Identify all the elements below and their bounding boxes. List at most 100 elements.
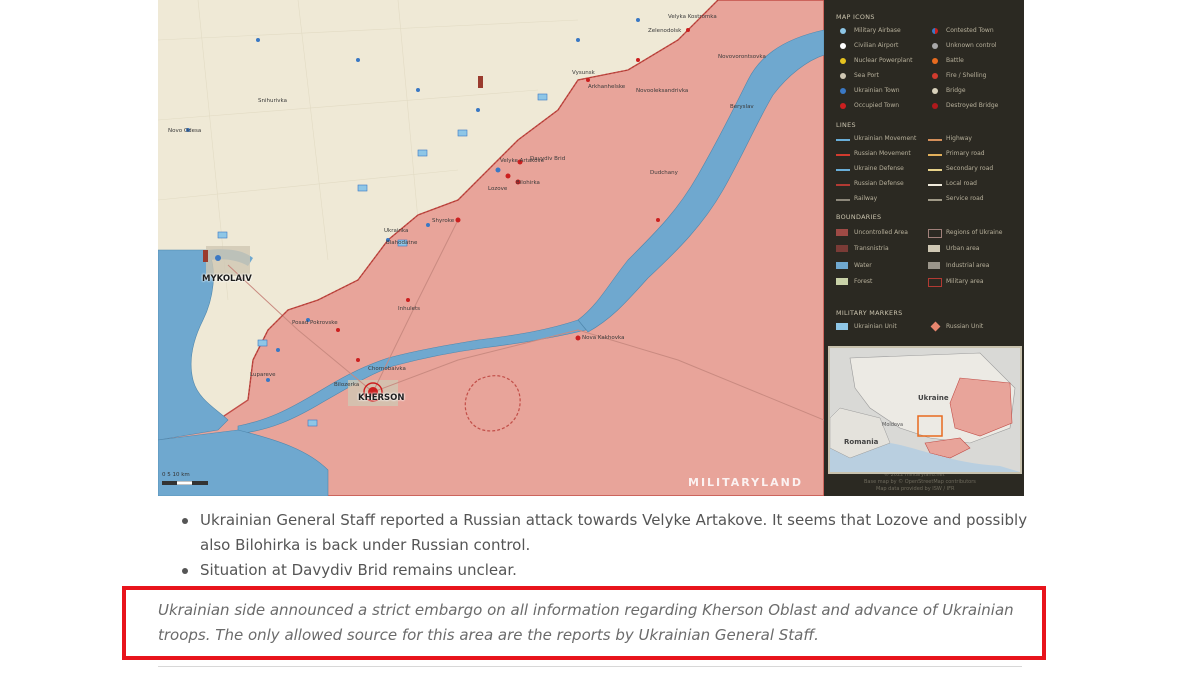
russian-movement-line <box>836 154 850 156</box>
update-bullet-list: Ukrainian General Staff reported a Russi… <box>158 508 1028 583</box>
occupied-town-icon <box>840 103 846 109</box>
overview-inset-map: Ukraine Romania Moldova <box>828 346 1022 474</box>
legend-item: Industrial area <box>946 262 990 269</box>
legend-item: Secondary road <box>946 165 994 172</box>
legend-footer-line: Map data provided by ISW / IFR <box>876 486 955 492</box>
legend-item: Military Airbase <box>854 27 901 34</box>
militaryland-watermark: MILITARYLAND <box>688 476 803 489</box>
legend-item: Contested Town <box>946 27 994 34</box>
divider <box>158 666 1022 667</box>
legend-item: Ukrainian Unit <box>854 323 897 330</box>
ukrainian-town-icon <box>840 88 846 94</box>
place-label: Lupareve <box>250 372 276 378</box>
airbase-icon <box>840 28 846 34</box>
place-label: Bilozerka <box>334 382 360 388</box>
map-scale: 0 5 10 km <box>162 472 190 478</box>
place-label: Davydiv Brid <box>530 156 566 162</box>
local-road-line <box>928 184 942 186</box>
legend-item: Military area <box>946 278 984 285</box>
frontline-map-figure[interactable]: MYKOLAIV KHERSON Velyke Artakove Davydiv… <box>158 0 1024 496</box>
place-label: Bilohirka <box>516 180 540 186</box>
place-label: Novo Odesa <box>168 128 202 134</box>
place-label: Ukrainka <box>384 228 409 234</box>
embargo-note: Ukrainian side announced a strict embarg… <box>158 601 1014 644</box>
primary-road-line <box>928 154 942 156</box>
highway-line <box>928 139 942 141</box>
place-label: Inhulets <box>398 306 421 312</box>
scale-bar <box>162 481 208 485</box>
legend-item: Fire / Shelling <box>946 72 987 79</box>
legend-markers-title: MILITARY MARKERS <box>836 309 903 317</box>
mykolaiv-urban <box>206 246 250 276</box>
legend-footer-line: Base map by © OpenStreetMap contributors <box>864 479 976 485</box>
nuclear-icon <box>840 58 846 64</box>
airport-icon <box>840 43 846 49</box>
place-label: Velyka Kostromka <box>668 14 717 20</box>
legend-item: Primary road <box>946 150 985 157</box>
map-canvas[interactable] <box>158 0 824 496</box>
bridge-icon <box>932 88 938 94</box>
transnistria-swatch <box>836 245 848 252</box>
legend-item: Ukrainian Town <box>854 87 900 94</box>
place-label: Arkhanhelske <box>588 84 626 90</box>
bullet-icon <box>182 568 188 574</box>
inset-label-romania: Romania <box>844 438 879 446</box>
list-item: Ukrainian General Staff reported a Russi… <box>158 508 1028 558</box>
uncontrolled-area-swatch <box>836 229 848 236</box>
legend-item: Ukraine Defense <box>854 165 904 172</box>
place-label: Vysunsk <box>572 70 595 76</box>
place-label: Zelenodolsk <box>648 28 682 34</box>
inset-label-moldova: Moldova <box>882 422 904 428</box>
legend-item: Urban area <box>946 245 980 252</box>
bullet-icon <box>182 518 188 524</box>
water-swatch <box>836 262 848 269</box>
place-label: Lozove <box>488 186 508 192</box>
bullet-text: Ukrainian General Staff reported a Russi… <box>200 511 1028 554</box>
bullet-text: Situation at Davydiv Brid remains unclea… <box>200 561 517 579</box>
legend-item: Water <box>854 262 872 269</box>
legend-item: Transnistria <box>854 245 889 252</box>
anchor-icon <box>840 73 846 79</box>
railway-line <box>836 199 850 201</box>
service-road-line <box>928 199 942 201</box>
legend-item: Sea Port <box>854 72 879 79</box>
ukraine-defense-line <box>836 169 850 171</box>
legend-boundaries-title: BOUNDARIES <box>836 213 882 221</box>
place-label: Blahodatne <box>386 240 418 246</box>
article-page: MYKOLAIV KHERSON Velyke Artakove Davydiv… <box>0 0 1200 675</box>
legend-item: Battle <box>946 57 964 64</box>
legend-item: Highway <box>946 135 972 142</box>
place-label: Posad Pokrovske <box>292 320 338 326</box>
legend-lines-title: LINES <box>836 121 856 129</box>
place-label: Snihurivka <box>258 98 287 104</box>
legend-item: Forest <box>854 278 873 285</box>
battle-icon <box>932 58 938 64</box>
legend-map-icons-title: MAP ICONS <box>836 13 875 21</box>
place-label: Novooleksandrivka <box>636 88 689 94</box>
city-label-kherson: KHERSON <box>358 393 405 403</box>
place-label: Chornobaivka <box>368 366 406 372</box>
ukrainian-movement-line <box>836 139 850 141</box>
legend-item: Occupied Town <box>854 102 900 109</box>
legend-item: Destroyed Bridge <box>946 102 999 109</box>
industrial-area-swatch <box>928 262 940 269</box>
legend-item: Service road <box>946 195 984 202</box>
legend-item: Regions of Ukraine <box>946 229 1003 236</box>
legend-item: Bridge <box>946 87 966 94</box>
legend-item: Russian Unit <box>946 323 984 330</box>
russian-defense-line <box>836 184 850 186</box>
military-area-swatch <box>928 278 942 287</box>
ukrainian-unit-icon <box>836 323 848 330</box>
russian-unit-icon <box>930 321 941 332</box>
list-item: Situation at Davydiv Brid remains unclea… <box>158 558 1028 583</box>
legend-item: Civilian Airport <box>854 42 899 49</box>
inset-label-ukraine: Ukraine <box>918 394 949 402</box>
city-label-mykolaiv: MYKOLAIV <box>202 274 252 284</box>
legend-item: Unknown control <box>946 42 997 49</box>
legend-item: Uncontrolled Area <box>854 229 908 236</box>
legend-item: Local road <box>946 180 977 187</box>
legend-item: Ukrainian Movement <box>854 135 917 142</box>
place-label: Novovorontsovka <box>718 54 766 60</box>
place-label: Shyroke <box>432 218 455 224</box>
legend-item: Russian Defense <box>854 180 904 187</box>
